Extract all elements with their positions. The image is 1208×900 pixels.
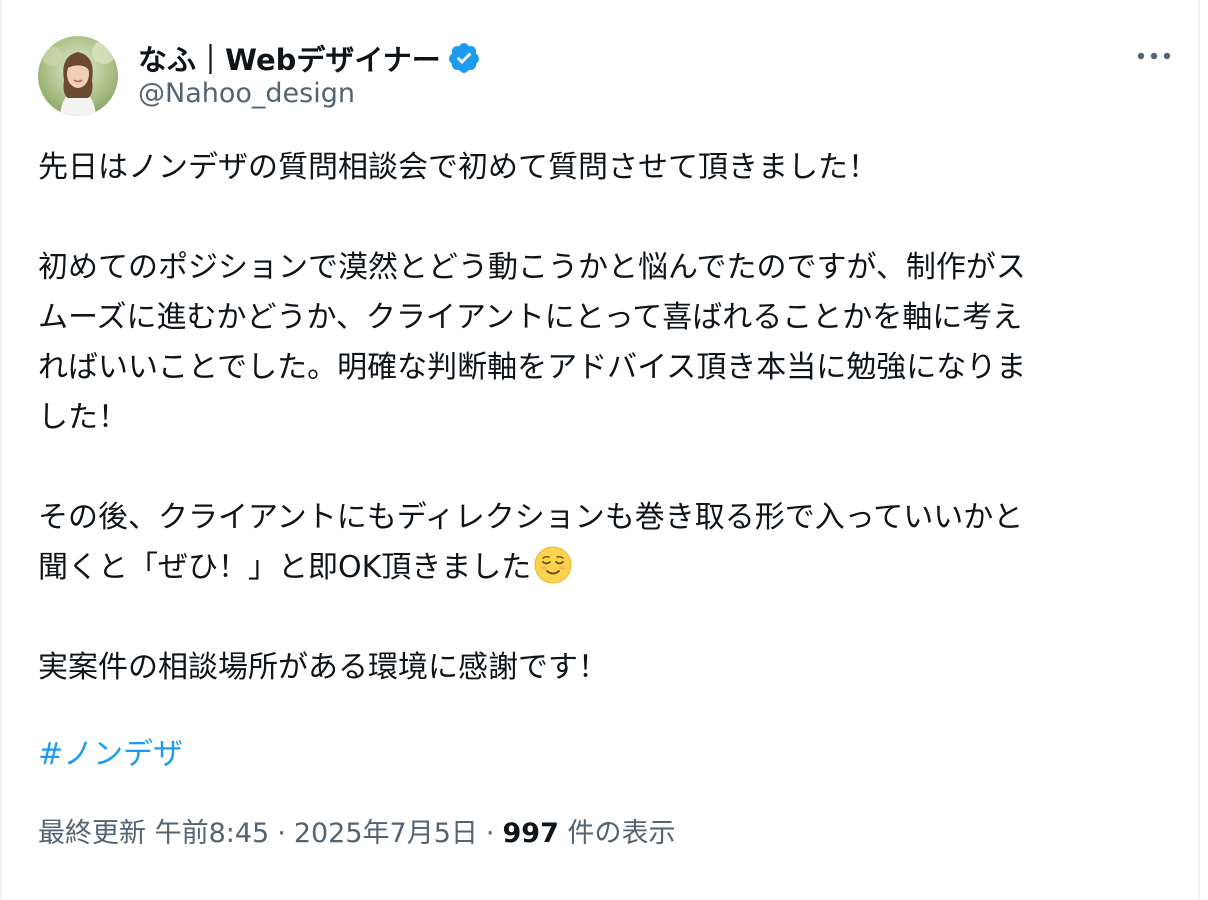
views-count[interactable]: 997 — [503, 818, 559, 849]
tweet-text: 先日はノンデザの質問相談会で初めて質問させて頂きました！ 初めてのポジションで漠… — [38, 143, 1178, 693]
relieved-face-emoji-icon — [533, 545, 573, 585]
tweet-line: した！ — [38, 400, 128, 435]
tweet-line: ればいいことでした。明確な判断軸をアドバイス頂き本当に勉強になりま — [38, 350, 1027, 385]
hashtag-link[interactable]: #ノンデザ — [38, 730, 183, 780]
tweet-line-text: 聞くと「ぜひ！」と即OK頂きました — [38, 550, 532, 585]
tweet-line: ムーズに進むかどうか、クライアントにとって喜ばれることかを軸に考え — [38, 300, 1023, 335]
tweet-line-with-emoji: 聞くと「ぜひ！」と即OK頂きました — [38, 543, 1178, 593]
tweet-line: 初めてのポジションで漠然とどう動こうかと悩んでたのですが、制作がス — [38, 250, 1026, 285]
tweet-card: なふ｜Webデザイナー @Nahoo_design 先日はノンデザの質問相談会で… — [0, 0, 1200, 900]
tweet-line: 実案件の相談場所がある環境に感謝です！ — [38, 650, 608, 685]
tweet-meta: 最終更新 午前8:45 · 2025年7月5日 · 997 件の表示 — [38, 814, 675, 854]
views-label: 件の表示 — [567, 818, 676, 849]
tweet-line: その後、クライアントにもディレクションも巻き取る形で入っていいかと — [38, 500, 1024, 535]
edited-label[interactable]: 最終更新 — [38, 818, 146, 849]
timestamp-date[interactable]: 2025年7月5日 — [294, 818, 478, 849]
avatar[interactable] — [38, 36, 118, 116]
author-display-name[interactable]: なふ｜Webデザイナー — [138, 37, 441, 79]
timestamp-time[interactable]: 午前8:45 — [155, 818, 270, 849]
tweet-line: 先日はノンデザの質問相談会で初めて質問させて頂きました！ — [38, 150, 878, 185]
more-options-icon[interactable] — [1130, 40, 1178, 72]
author-handle[interactable]: @Nahoo_design — [138, 78, 355, 109]
meta-separator: · — [277, 818, 286, 849]
author-name-row: なふ｜Webデザイナー — [138, 38, 481, 78]
meta-separator: · — [485, 818, 495, 849]
verified-badge-icon — [447, 41, 481, 75]
